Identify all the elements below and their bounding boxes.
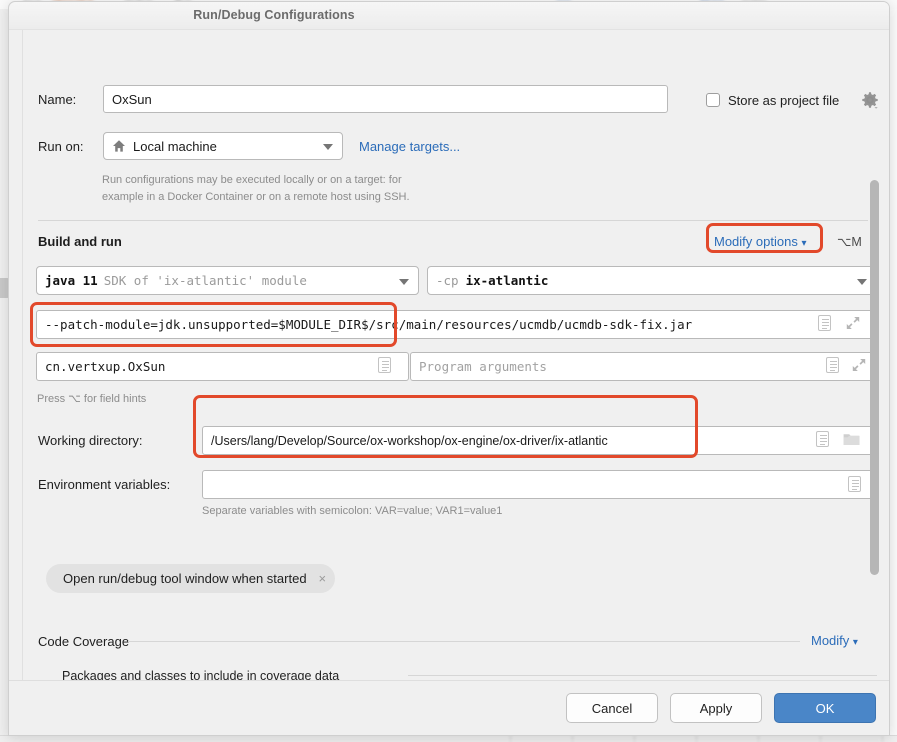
- apply-button[interactable]: Apply: [670, 693, 762, 723]
- environment-variables-editor-icon[interactable]: [848, 476, 863, 493]
- build-and-run-header: Build and run: [38, 234, 122, 249]
- main-class-input[interactable]: cn.vertxup.OxSun: [36, 352, 409, 381]
- program-arguments-placeholder: Program arguments: [419, 359, 547, 374]
- environment-variables-input[interactable]: [202, 470, 877, 499]
- vm-options-input[interactable]: --patch-module=jdk.unsupported=$MODULE_D…: [36, 310, 877, 339]
- name-label: Name:: [38, 92, 77, 107]
- dialog-content: Name: OxSun Store as project file Run on…: [9, 30, 889, 710]
- code-coverage-modify-link[interactable]: Modify ▾: [811, 633, 858, 648]
- run-on-note-line-2: example in a Docker Container or on a re…: [102, 191, 410, 203]
- configuration-tree-rail: [9, 30, 23, 680]
- run-on-note-line-1: Run configurations may be executed local…: [102, 174, 402, 186]
- chevron-down-icon: [857, 278, 867, 285]
- environment-variables-hint: Separate variables with semicolon: VAR=v…: [202, 505, 503, 517]
- form-vertical-scrollbar[interactable]: [870, 180, 879, 575]
- field-hints-text: Press ⌥ for field hints: [37, 393, 147, 405]
- chevron-down-icon: [323, 144, 333, 150]
- dialog-title: Run/Debug Configurations: [193, 8, 355, 22]
- folder-icon[interactable]: [843, 432, 860, 447]
- ok-button[interactable]: OK: [774, 693, 876, 723]
- dialog-footer: Cancel Apply OK: [9, 680, 889, 735]
- classpath-prefix: -cp: [436, 273, 459, 288]
- chevron-down-icon: ▾: [801, 238, 807, 249]
- home-icon: [113, 140, 125, 152]
- vm-options-expand-editor-icon[interactable]: [818, 315, 833, 332]
- chip-label: Open run/debug tool window when started: [63, 571, 307, 586]
- manage-targets-link[interactable]: Manage targets...: [359, 139, 460, 154]
- working-directory-input[interactable]: /Users/lang/Develop/Source/ox-workshop/o…: [202, 426, 877, 455]
- chevron-down-icon: ▾: [852, 637, 858, 648]
- cancel-button[interactable]: Cancel: [566, 693, 658, 723]
- working-directory-macro-icon[interactable]: [816, 431, 831, 448]
- vm-options-expand-icon[interactable]: [845, 315, 861, 331]
- program-arguments-input[interactable]: Program arguments: [410, 352, 877, 381]
- program-arguments-editor-icon[interactable]: [826, 357, 841, 374]
- program-arguments-expand-icon[interactable]: [851, 357, 867, 373]
- close-icon[interactable]: ×: [319, 571, 327, 586]
- dialog-titlebar: Run/Debug Configurations: [9, 2, 889, 30]
- backdrop-status-icons: [510, 735, 897, 742]
- run-on-target-value: Local machine: [133, 138, 217, 154]
- build-and-run-separator: [38, 220, 868, 221]
- open-run-debug-tool-window-chip[interactable]: Open run/debug tool window when started …: [46, 564, 336, 593]
- classpath-module: ix-atlantic: [465, 273, 549, 288]
- working-directory-label: Working directory:: [38, 433, 143, 448]
- run-on-label: Run on:: [38, 139, 84, 154]
- backdrop-right-edge: [889, 9, 897, 742]
- jdk-combo[interactable]: java 11 SDK of 'ix-atlantic' module: [36, 266, 419, 295]
- store-as-project-file-label: Store as project file: [728, 93, 840, 108]
- backdrop-status-bar: [0, 735, 897, 742]
- store-as-project-file-checkbox[interactable]: [706, 93, 720, 107]
- name-input[interactable]: OxSun: [103, 85, 668, 113]
- classpath-combo[interactable]: -cp ix-atlantic: [427, 266, 877, 295]
- modify-options-shortcut: ⌥M: [837, 235, 862, 249]
- gear-icon[interactable]: [861, 91, 879, 109]
- backdrop-left-edge: [0, 9, 8, 742]
- run-debug-configurations-dialog: Run/Debug Configurations Name: OxSun Sto…: [8, 1, 890, 736]
- run-on-target-combo[interactable]: Local machine: [103, 132, 343, 160]
- code-coverage-header: Code Coverage: [38, 634, 130, 649]
- jdk-version: java 11: [45, 273, 98, 288]
- chevron-down-icon: [399, 278, 409, 285]
- main-class-chooser-icon[interactable]: [378, 357, 393, 374]
- code-coverage-modify-label: Modify: [811, 633, 850, 648]
- configuration-form: Name: OxSun Store as project file Run on…: [23, 30, 889, 710]
- modify-options-link[interactable]: Modify options ▾: [714, 234, 806, 249]
- environment-variables-label: Environment variables:: [38, 477, 171, 492]
- modify-options-label: Modify options: [714, 234, 798, 249]
- jdk-description: SDK of 'ix-atlantic' module: [103, 273, 307, 288]
- code-coverage-separator: [128, 641, 800, 642]
- coverage-packages-separator: [408, 675, 877, 676]
